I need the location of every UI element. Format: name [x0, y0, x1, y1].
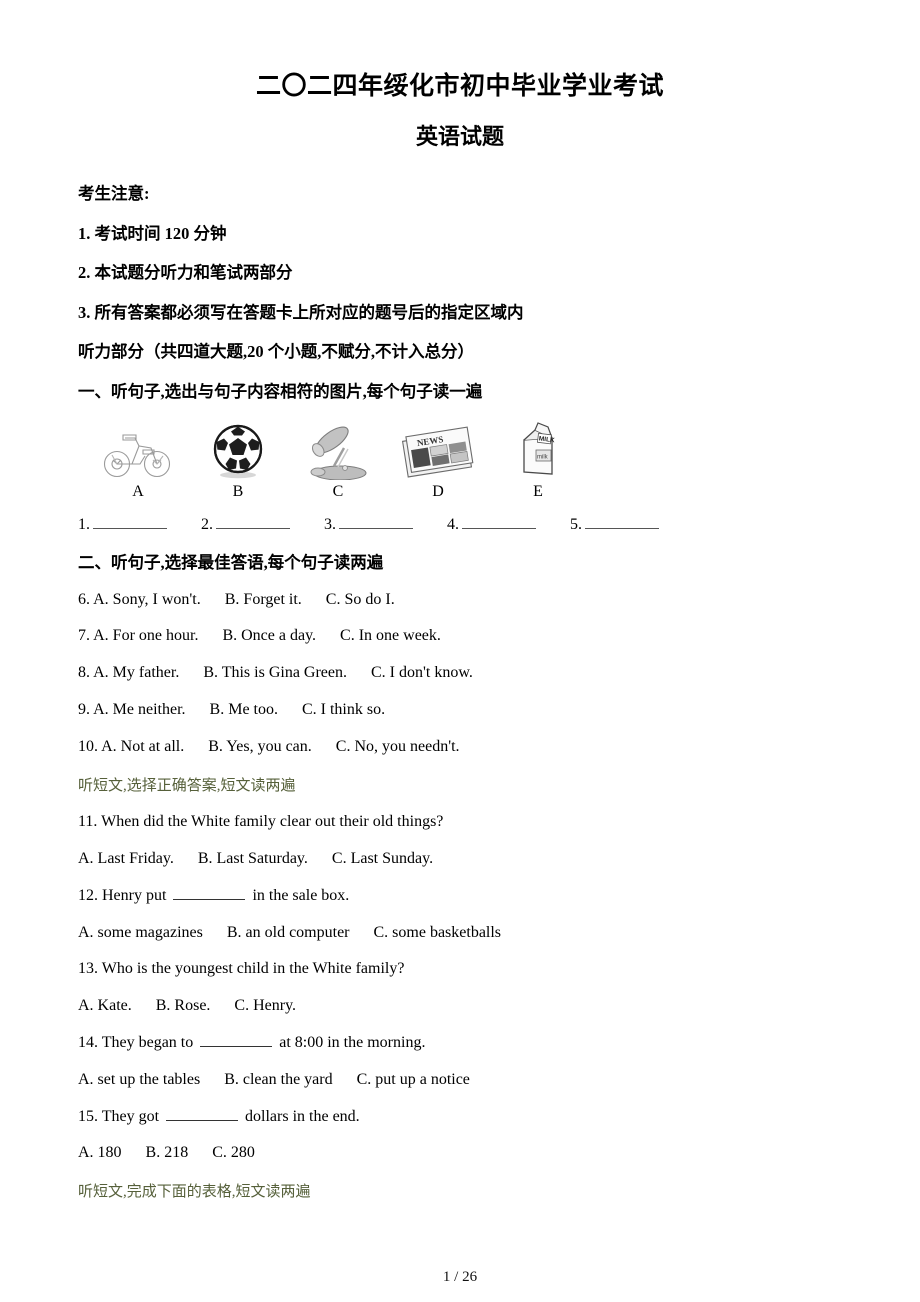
exam-page: 二〇二四年绥化市初中毕业学业考试 英语试题 考生注意: 1. 考试时间 120 …	[0, 0, 920, 1302]
page-content: 考生注意: 1. 考试时间 120 分钟 2. 本试题分听力和笔试两部分 3. …	[0, 184, 920, 1202]
section-heading-two: 二、听句子,选择最佳答语,每个句子读两遍	[78, 553, 384, 573]
blank-rule-2[interactable]	[216, 517, 290, 530]
section-heading-four: 听短文,完成下面的表格,短文读两遍	[78, 1184, 311, 1201]
question-14-stem: 14. They began to at 8:00 in the morning…	[78, 1033, 842, 1054]
section-heading-one: 一、听句子,选出与句子内容相符的图片,每个句子读一遍	[78, 381, 483, 401]
answer-blank-3[interactable]: 3.	[324, 516, 413, 534]
blank-rule-5[interactable]	[585, 517, 659, 530]
question-15-stem-after: dollars in the end.	[241, 1107, 360, 1125]
blank-number-1: 1.	[78, 516, 90, 534]
blank-rule-3[interactable]	[339, 517, 413, 530]
question-14-options[interactable]: A. set up the tables B. clean the yard C…	[78, 1070, 842, 1091]
page-subtitle: 英语试题	[415, 124, 504, 149]
question-11-options[interactable]: A. Last Friday. B. Last Saturday. C. Las…	[78, 849, 842, 870]
notice-label: 考生注意:	[78, 184, 150, 204]
blank-number-5: 5.	[570, 516, 582, 534]
question-12-options[interactable]: A. some magazines B. an old computer C. …	[78, 923, 842, 944]
page-title: 二〇二四年绥化市初中毕业学业考试	[255, 73, 664, 100]
listening-part-heading: 听力部分（共四道大题,20 个小题,不赋分,不计入总分）	[78, 342, 474, 362]
desk-lamp-icon	[288, 418, 388, 481]
question-15-options[interactable]: A. 180 B. 218 C. 280	[78, 1143, 842, 1164]
blank-rule-1[interactable]	[93, 517, 167, 530]
newspaper-icon: NEWS	[388, 418, 488, 480]
blank-rule-4[interactable]	[462, 517, 536, 530]
question-10[interactable]: 10. A. Not at all. B. Yes, you can. C. N…	[78, 737, 842, 758]
picture-label-e: E	[533, 483, 543, 501]
bicycle-icon	[88, 418, 188, 480]
question-15-blank[interactable]	[166, 1108, 239, 1121]
picture-strip: A B C NEWS D MILK milk E	[78, 418, 842, 500]
question-15-stem-before: 15. They got	[78, 1107, 164, 1125]
answer-blank-1[interactable]: 1.	[78, 516, 167, 534]
picture-cell-e: MILK milk E	[488, 418, 588, 500]
answer-blank-2[interactable]: 2.	[201, 516, 290, 534]
question-8[interactable]: 8. A. My father. B. This is Gina Green. …	[78, 663, 842, 684]
question-14-stem-before: 14. They began to	[78, 1033, 198, 1051]
notice-item-2: 2. 本试题分听力和笔试两部分	[78, 263, 293, 283]
answer-blank-row: 1. 2. 3. 4. 5.	[78, 516, 842, 534]
blank-number-3: 3.	[324, 516, 336, 534]
question-13-stem: 13. Who is the youngest child in the Whi…	[78, 960, 405, 978]
picture-label-a: A	[132, 483, 144, 501]
question-7[interactable]: 7. A. For one hour. B. Once a day. C. In…	[78, 626, 842, 647]
question-14-stem-after: at 8:00 in the morning.	[275, 1033, 426, 1051]
section-heading-three: 听短文,选择正确答案,短文读两遍	[78, 777, 296, 794]
question-12-stem-after: in the sale box.	[248, 886, 350, 904]
picture-cell-a: A	[88, 418, 188, 500]
question-6[interactable]: 6. A. Sony, I won't. B. Forget it. C. So…	[78, 590, 842, 611]
picture-label-c: C	[332, 483, 344, 501]
question-12-blank[interactable]	[173, 887, 246, 900]
soccer-ball-icon	[188, 418, 288, 480]
question-15-stem: 15. They got dollars in the end.	[78, 1107, 842, 1128]
question-12-stem-before: 12. Henry put	[78, 886, 171, 904]
question-14-blank[interactable]	[200, 1034, 273, 1047]
answer-blank-4[interactable]: 4.	[447, 516, 536, 534]
question-12-stem: 12. Henry put in the sale box.	[78, 886, 842, 907]
blank-number-4: 4.	[447, 516, 459, 534]
notice-item-3: 3. 所有答案都必须写在答题卡上所对应的题号后的指定区域内	[78, 302, 524, 322]
picture-cell-d: NEWS D	[388, 418, 488, 500]
svg-text:milk: milk	[537, 455, 549, 461]
picture-cell-c: C	[288, 418, 388, 500]
question-9[interactable]: 9. A. Me neither. B. Me too. C. I think …	[78, 700, 842, 721]
picture-label-d: D	[432, 483, 444, 501]
question-13-options[interactable]: A. Kate. B. Rose. C. Henry.	[78, 996, 842, 1017]
notice-item-1: 1. 考试时间 120 分钟	[78, 224, 227, 244]
blank-number-2: 2.	[201, 516, 213, 534]
question-11-stem: 11. When did the White family clear out …	[78, 813, 444, 831]
milk-carton-icon: MILK milk	[488, 418, 588, 480]
picture-cell-b: B	[188, 418, 288, 500]
picture-label-b: B	[232, 483, 244, 501]
answer-blank-5[interactable]: 5.	[570, 516, 659, 534]
page-footer: 1 / 26	[442, 1269, 478, 1285]
